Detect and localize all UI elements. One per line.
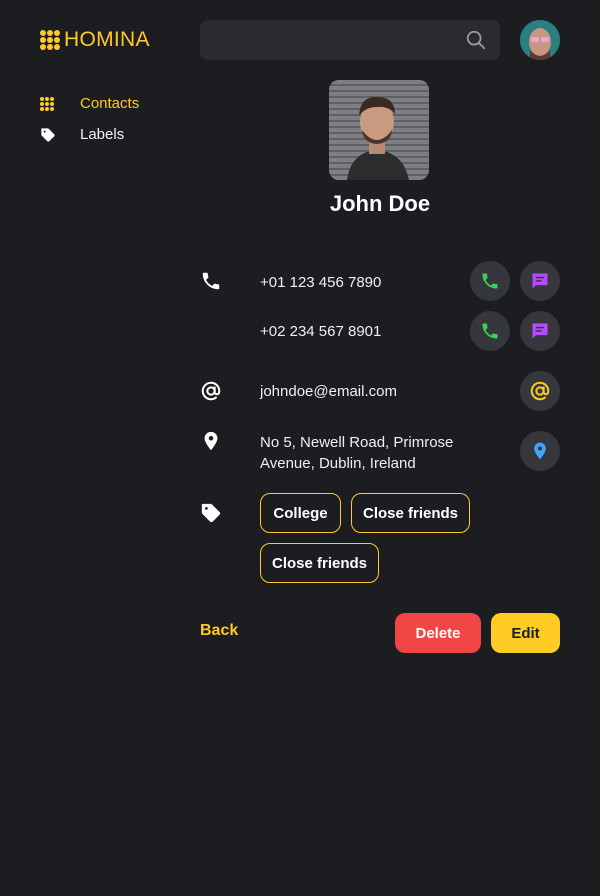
sidebar-nav: Contacts Labels bbox=[40, 88, 180, 150]
sidebar-item-label: Contacts bbox=[80, 95, 140, 112]
contact-name: John Doe bbox=[329, 191, 431, 216]
search-icon[interactable] bbox=[465, 29, 487, 51]
sidebar-item-label: Labels bbox=[80, 126, 125, 143]
grid-icon bbox=[40, 96, 54, 111]
sidebar-item-contacts[interactable]: Contacts bbox=[40, 88, 180, 119]
call-button[interactable] bbox=[470, 311, 510, 351]
call-button[interactable] bbox=[470, 261, 510, 301]
message-icon bbox=[532, 323, 548, 339]
address-line-2: Avenue, Dublin, Ireland bbox=[260, 455, 416, 472]
contact-photo bbox=[329, 80, 429, 180]
email-address: johndoe@email.com bbox=[260, 383, 397, 400]
phone-icon bbox=[482, 323, 498, 339]
message-button[interactable] bbox=[520, 311, 560, 351]
back-button[interactable]: Back bbox=[200, 622, 238, 640]
email-button[interactable] bbox=[520, 371, 560, 411]
location-pin-icon bbox=[534, 442, 546, 460]
location-pin-icon bbox=[204, 431, 218, 451]
app-name: HOMINA bbox=[64, 28, 150, 51]
edit-button[interactable]: Edit bbox=[491, 613, 560, 653]
address-line-1: No 5, Newell Road, Primrose bbox=[260, 434, 454, 451]
phone-icon bbox=[202, 272, 220, 290]
at-sign-icon bbox=[530, 381, 550, 401]
phone-icon bbox=[482, 273, 498, 289]
label-chip[interactable]: Close friends bbox=[260, 543, 379, 583]
tag-icon bbox=[201, 503, 221, 523]
message-button[interactable] bbox=[520, 261, 560, 301]
delete-button[interactable]: Delete bbox=[395, 613, 481, 653]
sidebar-item-labels[interactable]: Labels bbox=[40, 119, 180, 150]
phone-number: +01 123 456 7890 bbox=[260, 274, 382, 291]
message-icon bbox=[532, 273, 548, 289]
search-input[interactable] bbox=[200, 20, 500, 60]
label-chip[interactable]: College bbox=[260, 493, 341, 533]
label-chip[interactable]: Close friends bbox=[351, 493, 470, 533]
map-button[interactable] bbox=[520, 431, 560, 471]
user-avatar[interactable] bbox=[520, 20, 560, 60]
at-sign-icon bbox=[201, 381, 221, 401]
phone-number: +02 234 567 8901 bbox=[260, 323, 382, 340]
tag-icon bbox=[41, 127, 55, 142]
logo-grid-icon bbox=[40, 30, 60, 50]
app-logo: HOMINA bbox=[40, 28, 150, 51]
